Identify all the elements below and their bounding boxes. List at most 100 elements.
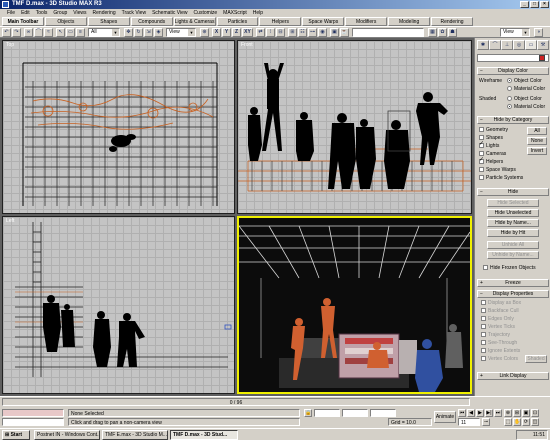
- select-scale-icon[interactable]: ⇲: [144, 28, 153, 37]
- display-tab-icon[interactable]: ▭: [525, 40, 537, 50]
- animate-button[interactable]: Animate: [434, 411, 456, 423]
- taskbar-item-tmf-e[interactable]: TMF E.max - 3D Studio M...: [102, 430, 168, 440]
- material-editor-icon[interactable]: ◉: [318, 28, 327, 37]
- close-button[interactable]: ×: [540, 1, 549, 8]
- category-shapes-checkbox[interactable]: Shapes: [479, 135, 503, 141]
- menu-track-view[interactable]: Track View: [119, 9, 149, 17]
- min-max-toggle-icon[interactable]: ◫: [531, 418, 539, 426]
- rollout-hide[interactable]: − Hide: [477, 188, 549, 196]
- rollout-freeze[interactable]: + Freeze: [477, 279, 549, 287]
- category-geometry-checkbox[interactable]: Geometry: [479, 127, 508, 133]
- rollout-display-color[interactable]: − Display Color: [477, 67, 549, 75]
- undo-icon[interactable]: ↶: [2, 28, 11, 37]
- category-space-warps-checkbox[interactable]: Space Warps: [479, 167, 516, 173]
- ignore-extents-checkbox[interactable]: Ignore Extents: [481, 348, 520, 354]
- time-slider[interactable]: 0 / 96: [2, 398, 470, 406]
- motion-tab-icon[interactable]: ◎: [513, 40, 525, 50]
- create-tab-icon[interactable]: ✱: [477, 40, 489, 50]
- render-last-icon[interactable]: ✿: [438, 28, 447, 37]
- next-frame-icon[interactable]: ▶|: [485, 409, 493, 417]
- menu-maxscript[interactable]: MAXScript: [220, 9, 250, 17]
- maximize-button[interactable]: □: [530, 1, 539, 8]
- bind-space-warp-icon[interactable]: ≈: [44, 28, 53, 37]
- zoom-icon[interactable]: ⊕: [504, 409, 512, 417]
- edges-only-checkbox[interactable]: Edges Only: [481, 316, 514, 322]
- select-by-name-icon[interactable]: ≡: [76, 28, 85, 37]
- x-coord-field[interactable]: [314, 409, 340, 417]
- menu-schematic-view[interactable]: Schematic View: [149, 9, 190, 17]
- tab-rendering[interactable]: Rendering: [431, 17, 473, 26]
- axis-y-button[interactable]: Y: [222, 28, 231, 37]
- unhide-all-button[interactable]: Unhide All: [487, 241, 539, 249]
- tab-main-toolbar[interactable]: Main Toolbar: [2, 17, 44, 26]
- lock-selection-icon[interactable]: 🔒: [304, 409, 312, 417]
- object-color-swatch[interactable]: [539, 55, 545, 61]
- app-icon[interactable]: [2, 1, 9, 8]
- viewport-label-top[interactable]: Top: [6, 42, 14, 48]
- zoom-extents-all-icon[interactable]: ⊡: [531, 409, 539, 417]
- hide-selected-button[interactable]: Hide Selected: [487, 199, 539, 207]
- named-selection-icon[interactable]: ⊞: [288, 28, 297, 37]
- category-all-button[interactable]: All: [527, 127, 547, 135]
- axis-xy-button[interactable]: XY: [242, 28, 253, 37]
- menu-file[interactable]: File: [4, 9, 18, 17]
- wireframe-material-color-radio[interactable]: Material Color: [507, 86, 545, 92]
- shaded-material-color-radio[interactable]: Material Color: [507, 104, 545, 110]
- category-cameras-checkbox[interactable]: Cameras: [479, 151, 506, 157]
- selection-filter-dropdown[interactable]: All ▼: [88, 28, 120, 37]
- zoom-extents-icon[interactable]: ▣: [522, 409, 530, 417]
- viewport-label-left[interactable]: Left: [6, 218, 14, 224]
- render-type-icon[interactable]: ▦: [428, 28, 437, 37]
- select-region-icon[interactable]: ▭: [66, 28, 75, 37]
- z-coord-field[interactable]: [370, 409, 396, 417]
- modify-tab-icon[interactable]: ⌒: [489, 40, 501, 50]
- tab-modifiers[interactable]: Modifiers: [345, 17, 388, 26]
- axis-z-button[interactable]: Z: [232, 28, 241, 37]
- utilities-tab-icon[interactable]: ⚒: [537, 40, 549, 50]
- select-rotate-icon[interactable]: ↻: [134, 28, 143, 37]
- schematic-view-icon[interactable]: ⊶: [308, 28, 317, 37]
- current-frame-field[interactable]: 11: [458, 418, 480, 426]
- backface-cull-checkbox[interactable]: Backface Cull: [481, 308, 519, 314]
- unhide-by-name-button[interactable]: Unhide by Name...: [487, 251, 539, 259]
- go-to-end-icon[interactable]: ⏭: [494, 409, 502, 417]
- hide-by-name-button[interactable]: Hide by Name...: [487, 219, 539, 227]
- render-view-dropdown[interactable]: View ▼: [500, 28, 530, 37]
- menu-group[interactable]: Group: [50, 9, 70, 17]
- category-lights-checkbox[interactable]: Lights: [479, 141, 499, 149]
- track-view-icon[interactable]: ☷: [298, 28, 307, 37]
- quick-render-teapot-icon[interactable]: ☗: [448, 28, 457, 37]
- rollout-hide-by-category[interactable]: − Hide by Category: [477, 116, 549, 124]
- menu-tools[interactable]: Tools: [33, 9, 51, 17]
- hide-by-hit-button[interactable]: Hide by Hit: [487, 229, 539, 237]
- coord-system-dropdown[interactable]: View ▼: [166, 28, 196, 37]
- select-move-icon[interactable]: ✥: [124, 28, 133, 37]
- link-icon[interactable]: ∞: [24, 28, 33, 37]
- tab-lights-cameras[interactable]: Lights & Cameras: [173, 17, 216, 26]
- rollout-link-display[interactable]: + Link Display: [477, 372, 549, 380]
- region-zoom-icon[interactable]: ⬚: [504, 418, 512, 426]
- pan-icon[interactable]: ✋: [513, 418, 521, 426]
- mirror-icon[interactable]: ⇄: [256, 28, 265, 37]
- tab-modeling[interactable]: Modeling: [388, 17, 431, 26]
- maxscript-mini-field[interactable]: [2, 418, 64, 426]
- pivot-center-icon[interactable]: ⊕: [200, 28, 209, 37]
- menu-views[interactable]: Views: [70, 9, 89, 17]
- menu-rendering[interactable]: Rendering: [90, 9, 119, 17]
- tab-objects[interactable]: Objects: [44, 17, 87, 26]
- go-to-start-icon[interactable]: ⏮: [458, 409, 466, 417]
- align-icon[interactable]: ⊟: [276, 28, 285, 37]
- render-icon[interactable]: ◑: [534, 28, 543, 37]
- select-icon[interactable]: ↖: [56, 28, 65, 37]
- menu-customize[interactable]: Customize: [191, 9, 221, 17]
- shaded-object-color-radio[interactable]: Object Color: [507, 96, 542, 102]
- hierarchy-tab-icon[interactable]: ⊥: [501, 40, 513, 50]
- key-mode-icon[interactable]: ⊸: [482, 418, 490, 426]
- maxscript-listener-field[interactable]: [2, 409, 64, 417]
- named-selection-sets-field[interactable]: [352, 28, 424, 37]
- category-invert-button[interactable]: Invert: [527, 147, 547, 155]
- viewport-top[interactable]: Top: [2, 40, 235, 214]
- y-coord-field[interactable]: [342, 409, 368, 417]
- hide-unselected-button[interactable]: Hide Unselected: [487, 209, 539, 217]
- taskbar-item-postnet[interactable]: Postnet IN - Windows Cont...: [34, 430, 100, 440]
